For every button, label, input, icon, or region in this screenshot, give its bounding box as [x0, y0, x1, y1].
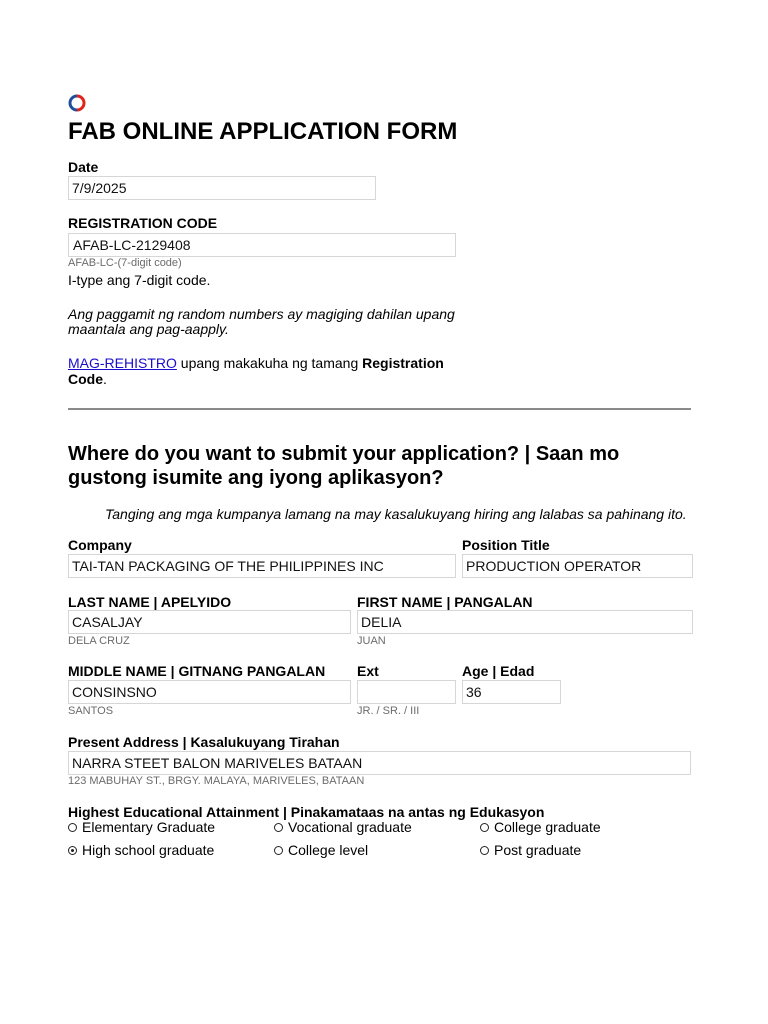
ext-field[interactable]: [357, 680, 456, 704]
submit-heading-line2: gustong isumite ang iyong aplikasyon?: [68, 467, 444, 489]
education-option-elementary[interactable]: Elementary Graduate: [68, 819, 215, 835]
last-name-label: LAST NAME | APELYIDO: [68, 594, 232, 610]
register-period: .: [103, 371, 107, 387]
date-label: Date: [68, 159, 99, 175]
education-option-high-school[interactable]: High school graduate: [68, 842, 214, 858]
date-field[interactable]: 7/9/2025: [68, 176, 376, 200]
submit-section-note: Tanging ang mga kumpanya lamang na may k…: [105, 506, 687, 522]
middle-name-label: MIDDLE NAME | GITNANG PANGALAN: [68, 663, 326, 679]
register-text: upang makakuha ng tamang: [176, 355, 363, 371]
register-sentence-line1: MAG-REHISTRO upang makakuha ng tamang Re…: [68, 355, 444, 371]
option-label: Elementary Graduate: [82, 819, 216, 835]
education-option-college-level[interactable]: College level: [274, 842, 368, 858]
radio-icon[interactable]: [480, 845, 489, 855]
ext-label: Ext: [357, 663, 379, 679]
address-field[interactable]: NARRA STEET BALON MARIVELES BATAAN: [68, 751, 691, 775]
option-label: Post graduate: [494, 842, 582, 858]
radio-icon[interactable]: [68, 822, 77, 832]
page-title: FAB ONLINE APPLICATION FORM: [68, 118, 458, 145]
fab-logo-icon: [68, 94, 86, 112]
company-label: Company: [68, 537, 132, 553]
registration-code-field[interactable]: AFAB-LC-2129408: [68, 233, 456, 257]
option-label: College level: [288, 842, 369, 858]
first-name-hint: JUAN: [357, 635, 386, 647]
registration-warning-line1: Ang paggamit ng random numbers ay magigi…: [68, 306, 455, 322]
company-field[interactable]: TAI-TAN PACKAGING OF THE PHILIPPINES INC: [68, 554, 456, 578]
last-name-field[interactable]: CASALJAY: [68, 610, 351, 634]
radio-icon[interactable]: [480, 822, 489, 832]
age-field[interactable]: 36: [462, 680, 561, 704]
education-option-vocational[interactable]: Vocational graduate: [274, 819, 412, 835]
submit-heading-line1: Where do you want to submit your applica…: [68, 443, 620, 465]
address-hint: 123 MABUHAY ST., BRGY. MALAYA, MARIVELES…: [68, 775, 365, 787]
registration-instruction: I-type ang 7-digit code.: [68, 272, 211, 288]
registration-code-label: REGISTRATION CODE: [68, 215, 218, 231]
radio-icon[interactable]: [274, 845, 283, 855]
register-bold-code: Code: [68, 371, 103, 387]
option-label: High school graduate: [82, 842, 215, 858]
first-name-field[interactable]: DELIA: [357, 610, 693, 634]
education-label: Highest Educational Attainment | Pinakam…: [68, 804, 545, 820]
radio-icon[interactable]: [274, 822, 283, 832]
address-label: Present Address | Kasalukuyang Tirahan: [68, 734, 340, 750]
register-sentence-line2: Code.: [68, 371, 107, 387]
register-bold-text: Registration: [362, 355, 444, 371]
mag-rehistro-link[interactable]: MAG-REHISTRO: [68, 355, 177, 371]
submit-section-heading: Where do you want to submit your applica…: [68, 442, 708, 490]
education-option-post-graduate[interactable]: Post graduate: [480, 842, 581, 858]
middle-name-hint: SANTOS: [68, 705, 114, 717]
ext-hint: JR. / SR. / III: [357, 705, 420, 717]
position-title-label: Position Title: [462, 537, 550, 553]
middle-name-field[interactable]: CONSINSNO: [68, 680, 351, 704]
first-name-label: FIRST NAME | PANGALAN: [357, 594, 533, 610]
registration-warning-line2: maantala ang pag-aapply.: [68, 321, 229, 337]
last-name-hint: DELA CRUZ: [68, 635, 130, 647]
position-title-field[interactable]: PRODUCTION OPERATOR: [462, 554, 693, 578]
registration-code-hint: AFAB-LC-(7-digit code): [68, 257, 182, 269]
age-label: Age | Edad: [462, 663, 535, 679]
radio-checked-icon[interactable]: [68, 845, 77, 855]
section-divider: [68, 408, 691, 410]
option-label: Vocational graduate: [288, 819, 412, 835]
education-option-college-graduate[interactable]: College graduate: [480, 819, 601, 835]
option-label: College graduate: [494, 819, 601, 835]
